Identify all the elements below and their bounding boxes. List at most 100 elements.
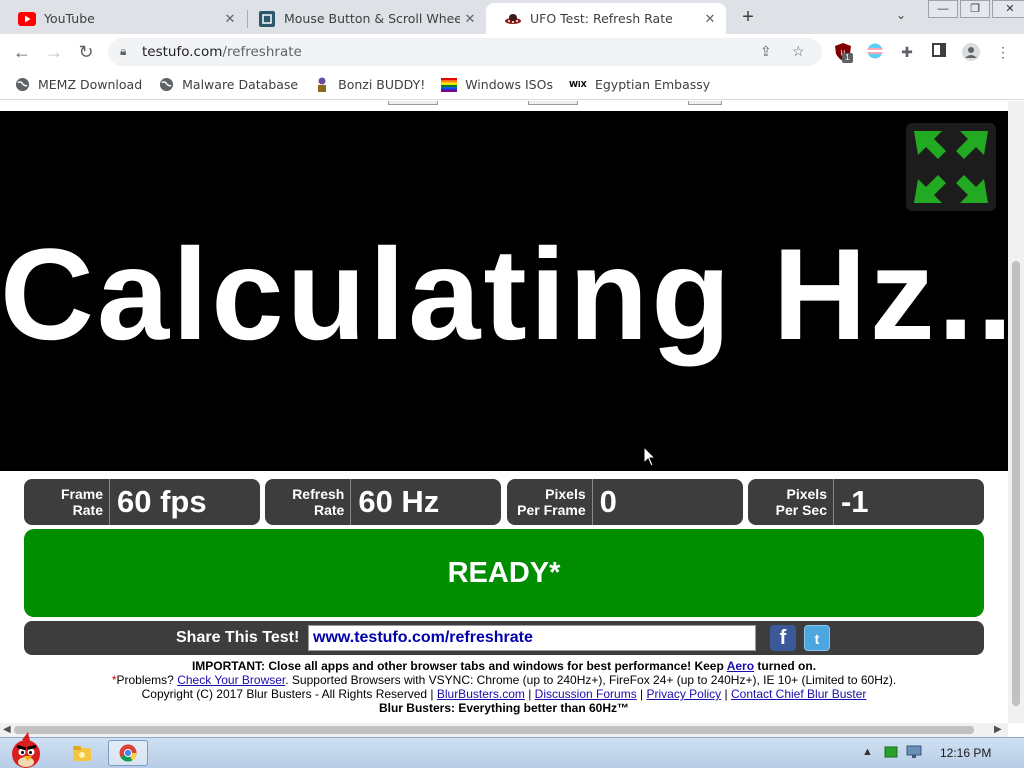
wix-icon: WiX <box>569 80 587 89</box>
share-url-field[interactable]: www.testufo.com/refreshrate <box>308 625 756 651</box>
share-label: Share This Test! <box>176 629 300 646</box>
bookmark-star-icon[interactable]: ☆ <box>792 43 805 60</box>
ready-status-banner: READY* <box>24 529 984 617</box>
scrollbar-thumb[interactable] <box>14 726 974 734</box>
bookmark-bonzi-buddy[interactable]: Bonzi BUDDY! <box>314 77 425 93</box>
battery-icon[interactable] <box>884 745 898 762</box>
tray-expand-icon[interactable]: ▲ <box>862 746 873 758</box>
ublock-extension-icon[interactable]: µ 1 <box>834 43 853 63</box>
tab-search-icon[interactable]: ⌄ <box>896 8 906 22</box>
youtube-icon <box>18 10 36 28</box>
bookmark-label: Malware Database <box>182 77 299 92</box>
clock[interactable]: 12:16 PM <box>940 746 991 760</box>
stat-value: 0 <box>599 484 617 519</box>
stat-label: Pixels Per Frame <box>507 479 593 525</box>
flag-extension-icon[interactable] <box>866 43 884 61</box>
reload-icon[interactable]: ↻ <box>74 41 98 63</box>
menu-dots-icon[interactable]: ⋮ <box>994 43 1012 61</box>
stat-value: 60 Hz <box>358 484 440 519</box>
pixels-per-sec-stat: Pixels Per Sec -1 <box>747 479 984 525</box>
bookmark-windows-isos[interactable]: Windows ISOs <box>441 77 553 93</box>
taskbar: ▲ 12:16 PM <box>0 732 1024 768</box>
mouse-cursor-icon <box>643 445 657 473</box>
bookmark-label: Egyptian Embassy <box>594 77 711 92</box>
puzzle-extensions-icon[interactable]: ✚ <box>898 43 916 61</box>
rainbow-flag-icon <box>441 77 458 93</box>
bookmark-label: MEMZ Download <box>38 77 143 92</box>
start-button-angry-bird-icon[interactable] <box>2 732 48 768</box>
tab-ufo-test[interactable]: UFO Test: Refresh Rate ✕ <box>486 3 726 34</box>
test-animation-area: Calculating Hz... <box>0 111 1008 471</box>
blurbusters-link[interactable]: BlurBusters.com <box>437 687 525 701</box>
page-viewport: Calculating Hz... Frame Rate 60 fps Refre… <box>0 101 1008 723</box>
chip-icon <box>258 10 276 28</box>
network-icon[interactable] <box>906 745 922 762</box>
ufo-icon <box>504 10 522 28</box>
stat-label: Frame Rate <box>24 479 110 525</box>
pixels-per-frame-stat: Pixels Per Frame 0 <box>506 479 743 525</box>
stats-bar: Frame Rate 60 fps Refresh Rate 60 Hz Pixel… <box>24 479 984 525</box>
minimize-button[interactable]: — <box>928 0 958 18</box>
privacy-policy-link[interactable]: Privacy Policy <box>647 687 722 701</box>
refresh-rate-stat: Refresh Rate 60 Hz <box>265 479 502 525</box>
discussion-forums-link[interactable]: Discussion Forums <box>535 687 637 701</box>
twitter-icon[interactable]: t <box>804 625 830 651</box>
menu-button-edge[interactable] <box>388 101 438 105</box>
contact-link[interactable]: Contact Chief Blur Buster <box>731 687 866 701</box>
scroll-right-icon[interactable]: ▶ <box>994 724 1002 735</box>
tab-youtube[interactable]: YouTube ✕ <box>0 3 246 34</box>
lock-icon[interactable]: 🔒︎ <box>120 44 126 59</box>
horizontal-scrollbar[interactable]: ◀ ▶ <box>0 723 1008 737</box>
tab-strip: YouTube ✕ Mouse Button & Scroll Wheel ✕ … <box>0 0 1024 34</box>
bookmark-label: Bonzi BUDDY! <box>338 77 426 92</box>
bookmark-malware-database[interactable]: Malware Database <box>158 77 298 93</box>
window-controls: — ❐ ✕ <box>928 0 1024 20</box>
close-window-button[interactable]: ✕ <box>992 0 1024 18</box>
share-bar: Share This Test! www.testufo.com/refresh… <box>24 621 984 655</box>
tab-mouse-button[interactable]: Mouse Button & Scroll Wheel ✕ <box>240 3 486 34</box>
close-tab-icon[interactable]: ✕ <box>460 11 480 27</box>
menu-button-edge[interactable] <box>528 101 578 105</box>
bookmark-memz[interactable]: MEMZ Download <box>14 77 142 93</box>
globe-icon <box>158 77 174 93</box>
stat-value: 60 fps <box>117 484 207 519</box>
chrome-taskbar-button[interactable] <box>108 740 148 766</box>
chrome-icon <box>119 744 137 762</box>
facebook-icon[interactable]: f <box>770 625 796 651</box>
aero-link[interactable]: Aero <box>727 659 754 673</box>
bookmark-label: Windows ISOs <box>465 77 553 92</box>
bookmarks-bar: MEMZ Download Malware Database Bonzi BUD… <box>0 70 1024 100</box>
side-panel-icon[interactable] <box>930 43 948 61</box>
close-tab-icon[interactable]: ✕ <box>220 11 240 27</box>
url-text[interactable]: testufo.com/refreshrate <box>142 44 302 60</box>
forward-icon[interactable]: → <box>42 41 66 63</box>
address-bar[interactable]: 🔒︎ testufo.com/refreshrate ⇪ ☆ <box>108 38 822 66</box>
tab-title: YouTube <box>44 11 95 26</box>
fullscreen-arrows-icon <box>914 131 988 203</box>
profile-avatar-icon[interactable] <box>962 43 980 61</box>
stat-label: Pixels Per Sec <box>748 479 834 525</box>
restore-button[interactable]: ❐ <box>960 0 990 18</box>
globe-icon <box>14 77 30 93</box>
new-tab-button[interactable]: + <box>736 7 760 29</box>
extension-badge: 1 <box>842 53 853 63</box>
calculating-text: Calculating Hz... <box>0 221 1008 367</box>
file-explorer-icon[interactable] <box>68 740 96 766</box>
fullscreen-button[interactable] <box>906 123 996 211</box>
problems-notice: *Problems? Check Your Browser. Supported… <box>111 673 897 687</box>
bookmark-egyptian-embassy[interactable]: WiX Egyptian Embassy <box>569 77 710 93</box>
check-browser-link[interactable]: Check Your Browser <box>177 673 285 687</box>
menu-button-edge[interactable] <box>688 101 722 105</box>
tab-title: Mouse Button & Scroll Wheel <box>284 11 460 26</box>
tagline: Blur Busters: Everything better than 60H… <box>378 701 630 715</box>
important-notice: IMPORTANT: Close all apps and other brow… <box>191 659 817 673</box>
scrollbar-thumb[interactable] <box>1012 261 1020 706</box>
bonzi-icon <box>314 77 330 93</box>
vertical-scrollbar[interactable] <box>1008 101 1024 723</box>
frame-rate-stat: Frame Rate 60 fps <box>24 479 260 525</box>
copyright-line: Copyright (C) 2017 Blur Busters - All Ri… <box>141 687 867 701</box>
close-tab-icon[interactable]: ✕ <box>700 11 720 27</box>
share-icon[interactable]: ⇪ <box>760 43 772 60</box>
browser-toolbar: ← → ↻ 🔒︎ testufo.com/refreshrate ⇪ ☆ µ 1… <box>0 34 1024 70</box>
back-icon[interactable]: ← <box>10 41 34 63</box>
